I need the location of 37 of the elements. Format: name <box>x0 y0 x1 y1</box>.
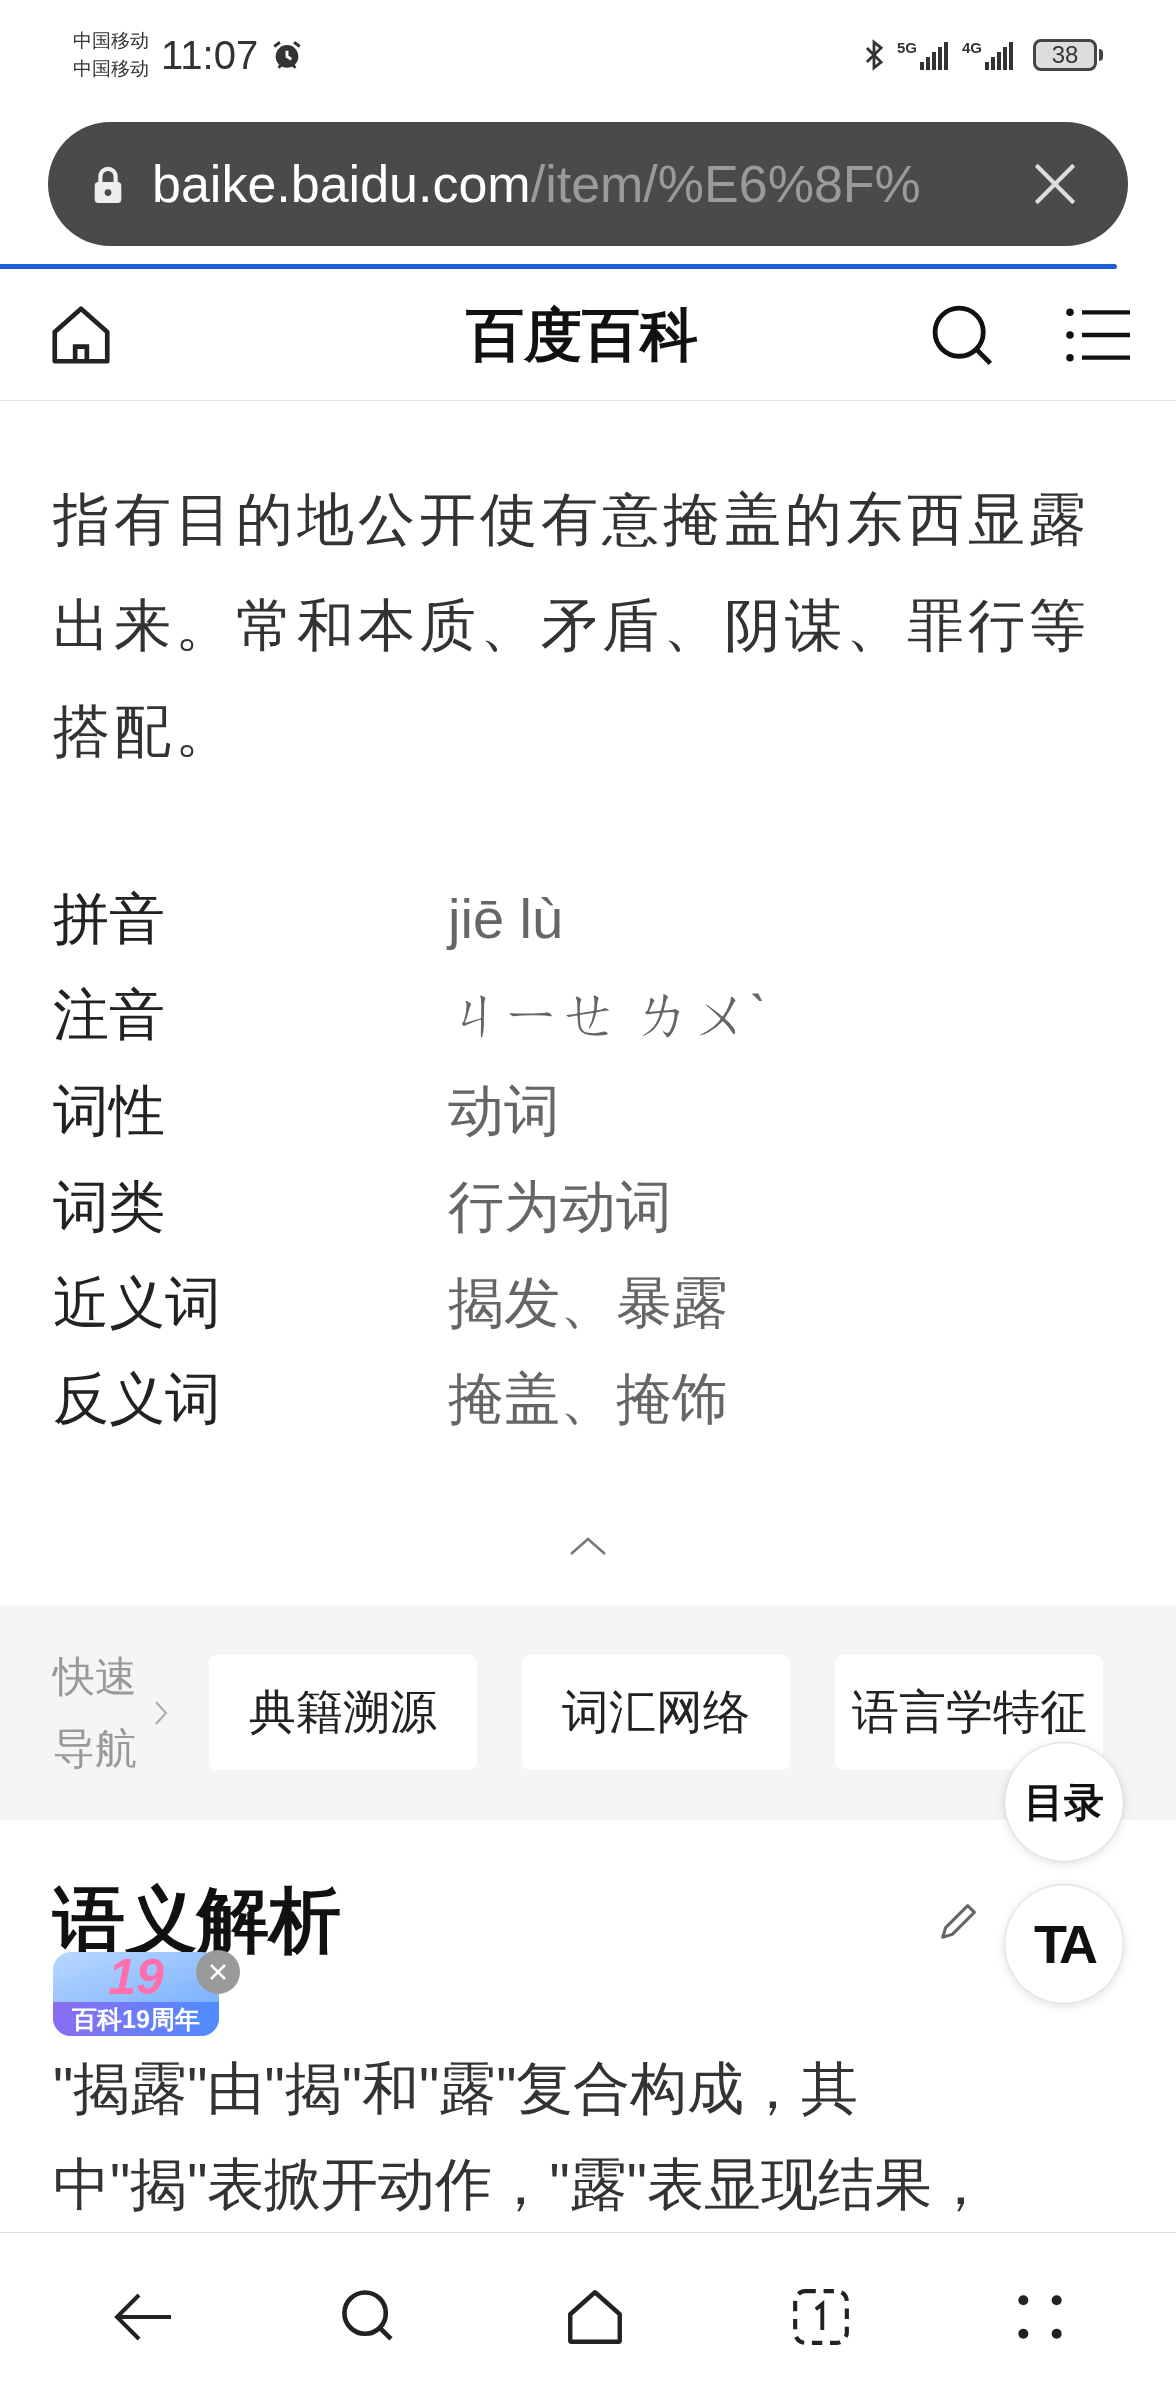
property-label: 词性 <box>53 1078 166 1144</box>
property-label: 近义词 <box>53 1270 222 1336</box>
property-value: ㄐㄧㄝ ㄌㄨˋ <box>448 982 768 1048</box>
property-label: 注音 <box>53 982 166 1048</box>
promo-caption: 百科19周年 <box>53 2002 219 2036</box>
signal-icon <box>920 40 950 70</box>
battery-indicator: 38 <box>1033 39 1097 71</box>
quick-nav-chip[interactable]: 词汇网络 <box>522 1655 790 1770</box>
property-value: 掩盖、掩饰 <box>448 1366 728 1432</box>
address-bar[interactable]: baike.baidu.com/item/%E6%8F% <box>48 122 1128 246</box>
property-label: 词类 <box>53 1174 166 1240</box>
menu-icon[interactable] <box>1066 306 1130 363</box>
quick-nav-label: 快速 导航 <box>53 1651 138 1774</box>
property-value: 行为动词 <box>448 1174 672 1240</box>
network-type: 5G <box>896 40 917 56</box>
network-type: 4G <box>962 40 982 56</box>
floating-button[interactable]: TA <box>1004 1884 1124 2004</box>
promo-badge[interactable]: 19 百科19周年 <box>53 1952 219 2036</box>
property-value: jiē lù <box>448 886 564 952</box>
property-value: 动词 <box>448 1078 560 1144</box>
clock-time: 11:07 <box>161 32 259 79</box>
summary-paragraph: 指有目的地公开使有意掩盖的东西显露 出来。常和本质、矛盾、阴谋、罪行等 搭配。 <box>52 486 1091 765</box>
property-value: 揭发、暴露 <box>448 1270 728 1336</box>
quick-nav-chip[interactable]: 典籍溯源 <box>209 1655 477 1770</box>
lock-icon <box>92 165 124 203</box>
property-label: 反义词 <box>53 1366 222 1432</box>
carrier-name: 中国移动 <box>73 57 149 81</box>
property-label: 拼音 <box>53 886 166 952</box>
carrier-name: 中国移动 <box>73 29 149 53</box>
promo-number: 19 <box>108 1952 164 2002</box>
section-paragraph: "揭露"由"揭"和"露"复合构成，其 中"揭"表掀开动作，"露"表显现结果， <box>53 2055 989 2218</box>
quick-nav-chip[interactable]: 语言学特征 <box>835 1655 1103 1770</box>
url-host: baike.baidu.com <box>152 154 531 215</box>
signal-icon <box>985 40 1015 70</box>
collapse-caret-icon[interactable] <box>568 1535 608 1557</box>
site-title: 百度百科 <box>466 301 698 369</box>
url-path: /item/%E6%8F% <box>530 154 921 215</box>
